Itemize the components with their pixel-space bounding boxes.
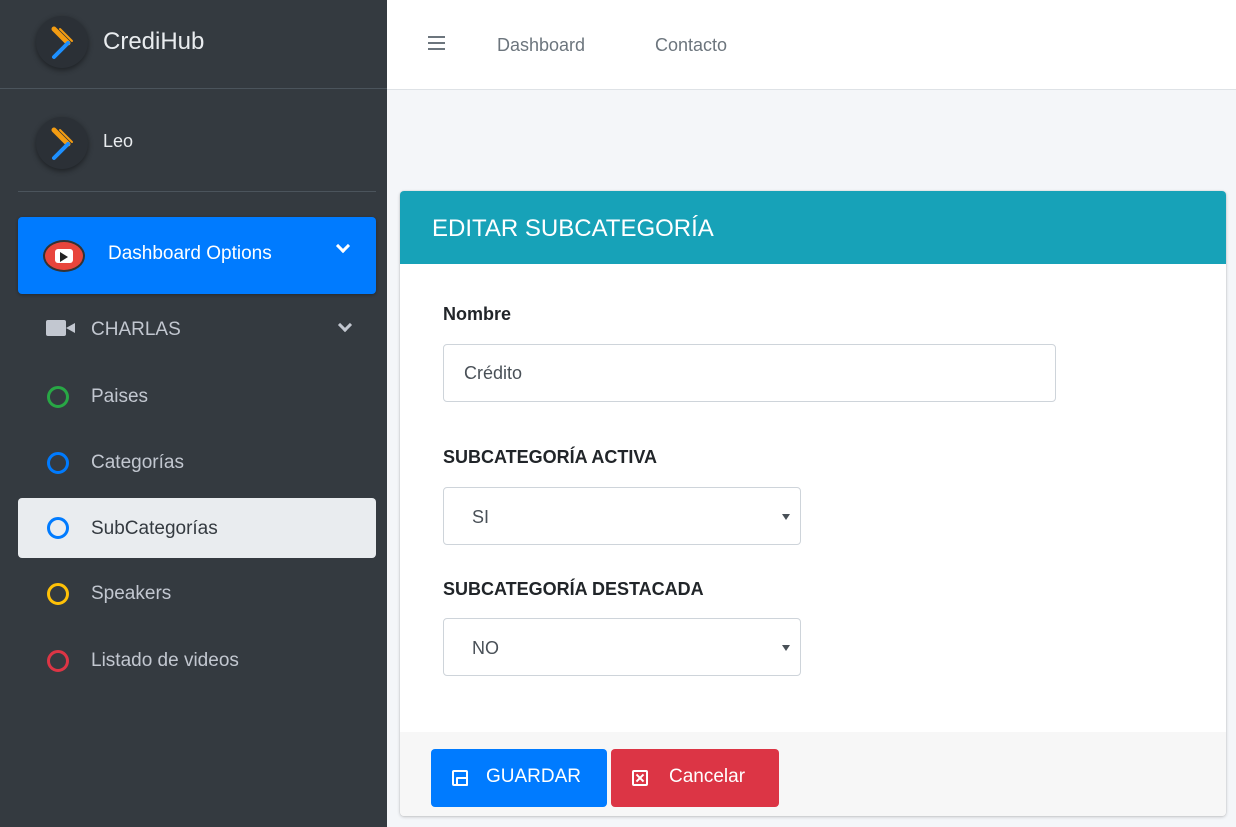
sidebar-item-subcategorias[interactable]: SubCategorías: [18, 498, 376, 558]
card-title: EDITAR SUBCATEGORÍA: [432, 215, 714, 242]
sidebar-item-label: SubCategorías: [91, 518, 218, 539]
sidebar-item-label: Listado de videos: [91, 650, 239, 671]
sidebar-item-paises[interactable]: Paises: [18, 368, 376, 426]
save-button[interactable]: GUARDAR: [431, 749, 607, 807]
close-icon: [632, 770, 648, 786]
brand-logo: [36, 16, 88, 68]
sidebar-item-categorias[interactable]: Categorías: [18, 434, 376, 492]
sidebar-item-charlas[interactable]: CHARLAS: [18, 305, 376, 355]
activa-label: SUBCATEGORÍA ACTIVA: [443, 447, 657, 467]
hamburger-menu-icon[interactable]: [428, 36, 445, 50]
save-icon: [452, 770, 468, 786]
top-navbar: Dashboard Contacto: [387, 0, 1236, 90]
video-camera-icon: [46, 320, 75, 336]
destacada-select-value: NO: [472, 638, 499, 658]
activa-select[interactable]: SI: [443, 487, 801, 545]
card-header: EDITAR SUBCATEGORÍA: [400, 191, 1226, 264]
user-name: Leo: [103, 131, 134, 151]
cancel-button-label: Cancelar: [669, 766, 746, 787]
user-avatar: [36, 117, 88, 169]
cancel-button[interactable]: Cancelar: [611, 749, 779, 807]
brand-link[interactable]: CrediHub: [0, 0, 387, 89]
caret-down-icon: [782, 645, 790, 651]
sidebar-item-dashboard-options[interactable]: Dashboard Options: [18, 217, 376, 294]
sidebar-item-label: Paises: [91, 386, 149, 407]
user-panel[interactable]: Leo: [18, 89, 376, 192]
youtube-icon: [43, 240, 85, 272]
sidebar: CrediHub Leo Dashboard Options CHARLAS P…: [0, 0, 387, 827]
sidebar-item-speakers[interactable]: Speakers: [18, 565, 376, 623]
edit-subcategory-card: EDITAR SUBCATEGORÍA Nombre SUBCATEGORÍA …: [400, 191, 1226, 816]
nav-link-contacto[interactable]: Contacto: [655, 35, 727, 56]
nav-link-dashboard[interactable]: Dashboard: [497, 35, 585, 56]
caret-down-icon: [782, 514, 790, 520]
destacada-label: SUBCATEGORÍA DESTACADA: [443, 579, 704, 599]
circle-icon: [47, 583, 69, 605]
sidebar-item-label: CHARLAS: [91, 319, 181, 340]
save-button-label: GUARDAR: [486, 766, 582, 787]
card-footer: GUARDAR Cancelar: [400, 732, 1226, 816]
nombre-input[interactable]: [443, 344, 1056, 402]
sidebar-item-label: Categorías: [91, 452, 184, 473]
sidebar-item-label: Dashboard Options: [108, 243, 272, 264]
circle-icon: [47, 517, 69, 539]
sidebar-item-listado-de-videos[interactable]: Listado de videos: [18, 632, 376, 690]
circle-icon: [47, 452, 69, 474]
sidebar-item-label: Speakers: [91, 583, 172, 604]
chevron-down-icon: [335, 238, 351, 254]
activa-select-value: SI: [472, 507, 490, 527]
brand-name: CrediHub: [103, 28, 205, 55]
circle-icon: [47, 650, 69, 672]
circle-icon: [47, 386, 69, 408]
chevron-down-icon: [337, 317, 353, 333]
destacada-select[interactable]: NO: [443, 618, 801, 676]
nombre-label: Nombre: [443, 304, 512, 324]
